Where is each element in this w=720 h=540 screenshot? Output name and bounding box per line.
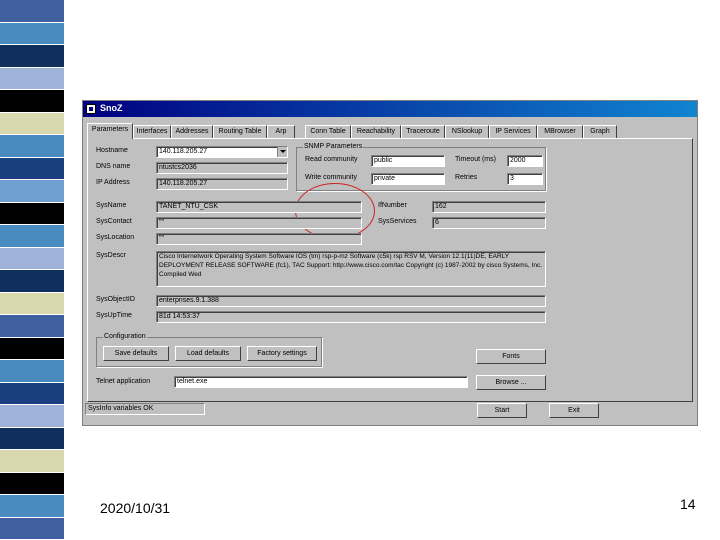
hostname-combo[interactable]: 140.118.205.27 — [156, 146, 288, 158]
window-title: SnoZ — [100, 103, 123, 113]
status-bar: SysInfo variables OK — [85, 403, 205, 415]
tab-ip-services[interactable]: IP Services — [489, 125, 537, 138]
tab-parameters[interactable]: Parameters — [87, 123, 133, 139]
dns-label: DNS name — [96, 163, 131, 170]
tab-reachability[interactable]: Reachability — [351, 125, 401, 138]
parameters-page: Hostname 140.118.205.27 DNS name ntustcs… — [87, 138, 693, 402]
syslocation-field: "" — [156, 233, 362, 245]
start-button[interactable]: Start — [477, 403, 527, 418]
tab-bar: Parameters Interfaces Addresses Routing … — [87, 123, 693, 139]
dns-field: ntustcs2036 — [156, 162, 288, 174]
strip-block — [0, 202, 64, 224]
syscontact-field: "" — [156, 217, 362, 229]
sysdescr-label: SysDescr — [96, 252, 126, 259]
app-window: SnoZ Parameters Interfaces Addresses Rou… — [82, 100, 698, 426]
read-community-label: Read community — [305, 156, 358, 163]
strip-block — [0, 270, 64, 292]
app-icon — [86, 104, 96, 114]
tab-conn-table[interactable]: Conn Table — [305, 125, 351, 138]
strip-block — [0, 157, 64, 179]
strip-block — [0, 22, 64, 44]
tab-traceroute[interactable]: Traceroute — [401, 125, 445, 138]
browse-button[interactable]: Browse ... — [476, 375, 546, 390]
save-defaults-button[interactable]: Save defaults — [103, 346, 169, 361]
strip-block — [0, 45, 64, 67]
sysobjectid-field: enterprises.9.1.388 — [156, 295, 546, 307]
strip-block — [0, 112, 64, 134]
tab-routing-table[interactable]: Routing Table — [213, 125, 267, 138]
sysservices-label: SysServices — [378, 218, 417, 225]
factory-settings-button[interactable]: Factory settings — [247, 346, 317, 361]
telnet-label: Telnet application — [96, 378, 151, 385]
strip-block — [0, 67, 64, 89]
strip-block — [0, 450, 64, 472]
sysname-label: SysName — [96, 202, 127, 209]
footer-date: 2020/10/31 — [100, 500, 171, 516]
telnet-field[interactable]: telnet.exe — [174, 376, 468, 388]
tab-arp[interactable]: Arp — [267, 125, 295, 138]
write-community-label: Write community — [305, 174, 357, 181]
sysuptime-label: SysUpTime — [96, 312, 132, 319]
fonts-button[interactable]: Fonts — [476, 349, 546, 364]
ifnumber-field: 162 — [432, 201, 546, 213]
tab-graph[interactable]: Graph — [583, 125, 617, 138]
timeout-field[interactable]: 2000 — [507, 155, 543, 167]
ip-field: 140.118.205.27 — [156, 178, 288, 190]
retries-label: Retries — [455, 174, 478, 181]
ip-label: IP Address — [96, 179, 130, 186]
decorative-strip — [0, 0, 64, 540]
strip-block — [0, 292, 64, 314]
syslocation-label: SysLocation — [96, 234, 135, 241]
strip-block — [0, 405, 64, 427]
load-defaults-button[interactable]: Load defaults — [175, 346, 241, 361]
strip-block — [0, 225, 64, 247]
configuration-group-title: Configuration — [103, 333, 147, 340]
footer-page-number: 14 — [680, 496, 696, 512]
strip-block — [0, 135, 64, 157]
title-bar: SnoZ — [83, 101, 697, 117]
strip-block — [0, 337, 64, 359]
chevron-down-icon[interactable] — [277, 147, 287, 157]
sysname-field: TANET_NTU_CSK — [156, 201, 362, 213]
tab-mbrowser[interactable]: MBrowser — [537, 125, 583, 138]
retries-field[interactable]: 3 — [507, 173, 543, 185]
tab-interfaces[interactable]: Interfaces — [133, 125, 171, 138]
strip-block — [0, 517, 64, 539]
tab-nslookup[interactable]: NSlookup — [445, 125, 489, 138]
sysdescr-field: Cisco Internetwork Operating System Soft… — [156, 251, 546, 287]
syscontact-label: SysContact — [96, 218, 132, 225]
hostname-value: 140.118.205.27 — [159, 148, 208, 155]
strip-block — [0, 427, 64, 449]
hostname-label: Hostname — [96, 147, 128, 154]
read-community-field[interactable]: public — [371, 155, 445, 167]
exit-button[interactable]: Exit — [549, 403, 599, 418]
strip-block — [0, 495, 64, 517]
strip-block — [0, 472, 64, 494]
configuration-group: Configuration Save defaults Load default… — [96, 333, 322, 367]
strip-block — [0, 0, 64, 22]
strip-block — [0, 360, 64, 382]
timeout-label: Timeout (ms) — [455, 156, 496, 163]
sysservices-field: 6 — [432, 217, 546, 229]
tab-addresses[interactable]: Addresses — [171, 125, 213, 138]
ifnumber-label: IfNumber — [378, 202, 407, 209]
write-community-field[interactable]: private — [371, 173, 445, 185]
strip-block — [0, 90, 64, 112]
strip-block — [0, 247, 64, 269]
strip-block — [0, 382, 64, 404]
snmp-group-title: SNMP Parameters — [303, 143, 364, 150]
sysuptime-field: 81d 14:53:37 — [156, 311, 546, 323]
strip-block — [0, 180, 64, 202]
strip-block — [0, 315, 64, 337]
sysobjectid-label: SysObjectID — [96, 296, 135, 303]
